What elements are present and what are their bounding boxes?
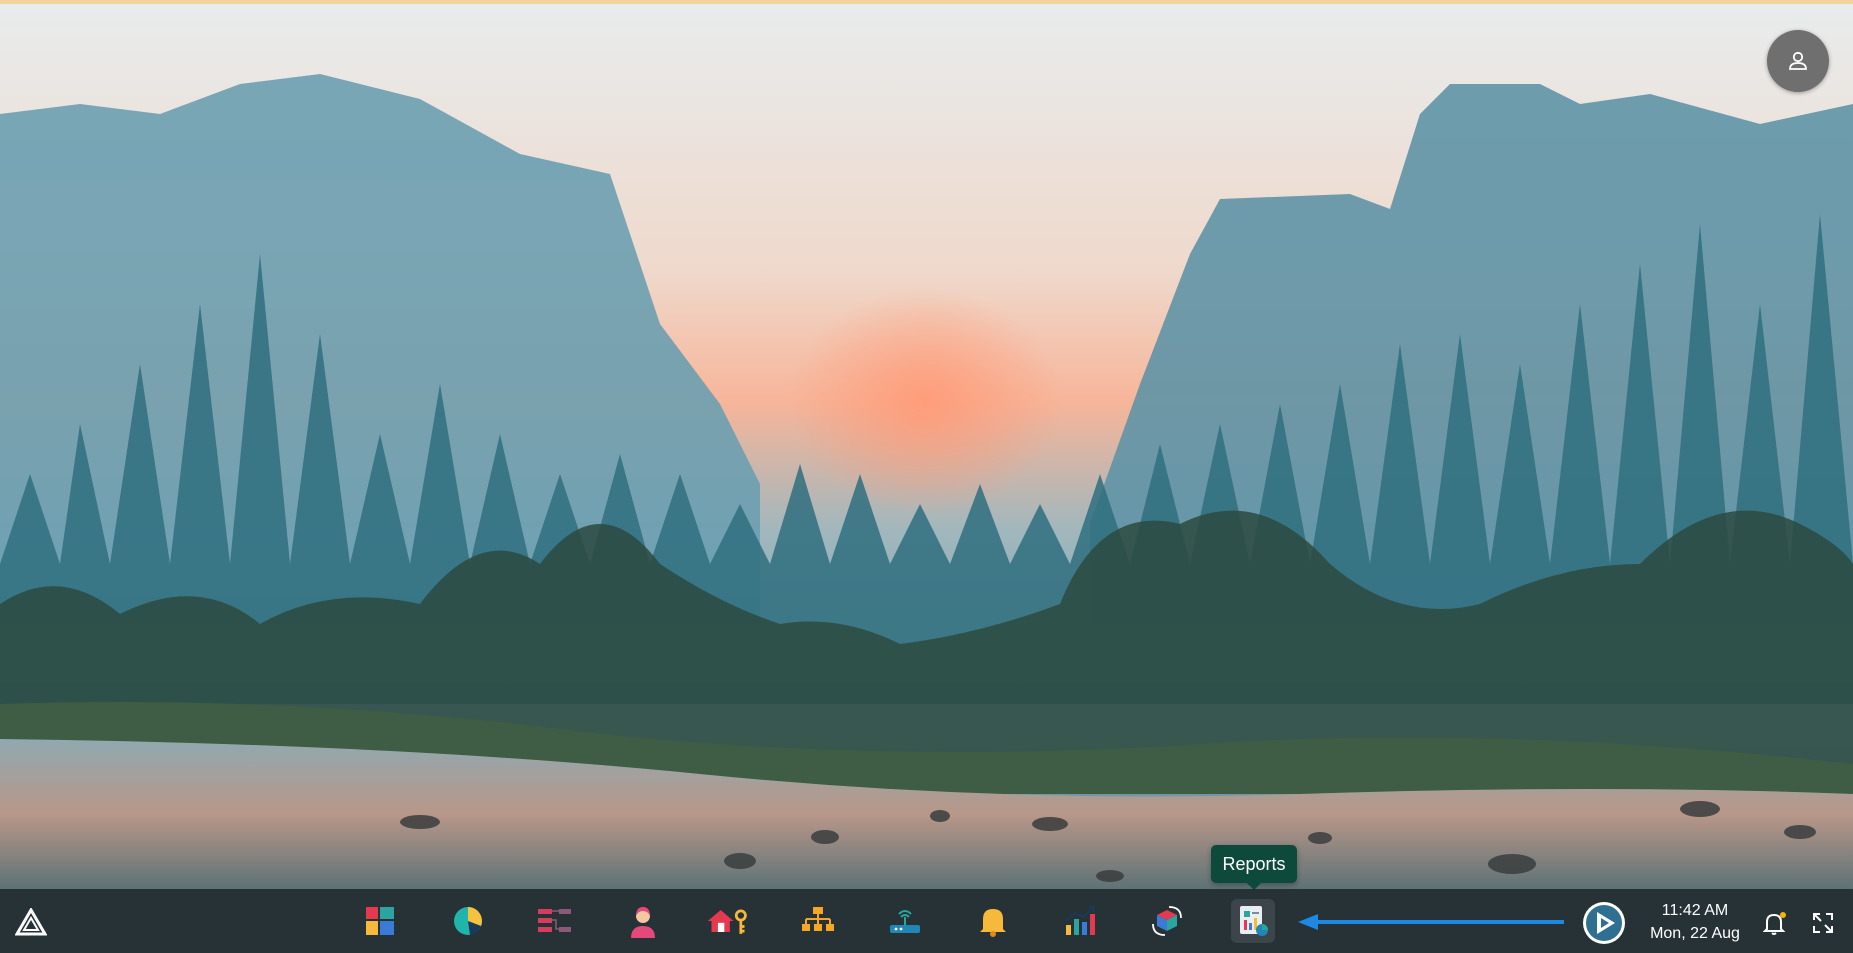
dock-app-agent[interactable]: [621, 899, 665, 943]
cube-sync-icon: [1152, 906, 1182, 936]
play-brand-logo: [1583, 902, 1625, 944]
user-icon: [1789, 51, 1807, 70]
dock-app-org-chart[interactable]: [796, 899, 840, 943]
org-chart-icon: [802, 907, 834, 931]
system-clock: 11:42 AM Mon, 22 Aug: [1640, 899, 1750, 945]
dock-app-network[interactable]: [883, 899, 927, 943]
pointer-arrow: [1298, 914, 1564, 930]
clock-time: 11:42 AM: [1661, 902, 1729, 919]
router-icon: [890, 910, 920, 933]
dock-app-analytics[interactable]: [446, 899, 490, 943]
notifications-button[interactable]: [1760, 908, 1790, 938]
fullscreen-icon: [1813, 913, 1833, 933]
clock-date: Mon, 22 Aug: [1650, 925, 1740, 942]
home-key-icon: [707, 909, 747, 934]
dock-app-alerts[interactable]: [971, 899, 1015, 943]
desktop-wallpaper: [0, 4, 1853, 889]
dock-app-workflow[interactable]: [533, 899, 577, 943]
dock-app-growth[interactable]: [1058, 899, 1102, 943]
reports-tooltip: Reports: [1211, 845, 1297, 890]
fullscreen-button[interactable]: [1808, 908, 1838, 938]
bell-app-icon: [980, 909, 1006, 937]
brand-logo-button[interactable]: [1582, 901, 1626, 945]
dock-app-sync[interactable]: [1145, 899, 1189, 943]
dashboard-icon: [366, 907, 394, 935]
dock-app-home-access[interactable]: [706, 899, 750, 943]
start-button[interactable]: [14, 905, 48, 939]
notification-dot: [1780, 912, 1786, 918]
user-agent-icon: [631, 907, 655, 938]
workflow-icon: [538, 909, 571, 932]
pie-chart-icon: [454, 907, 482, 935]
dock-app-reports[interactable]: [1231, 899, 1275, 943]
dock-app-dashboard[interactable]: [358, 899, 402, 943]
taskbar: 11:42 AM Mon, 22 Aug: [0, 889, 1853, 953]
user-menu-button[interactable]: [1767, 30, 1829, 92]
triangle-logo-icon: [15, 908, 47, 936]
reports-icon: [1240, 906, 1268, 936]
growth-chart-icon: [1064, 906, 1095, 935]
notification-bell-icon: [1762, 912, 1786, 935]
